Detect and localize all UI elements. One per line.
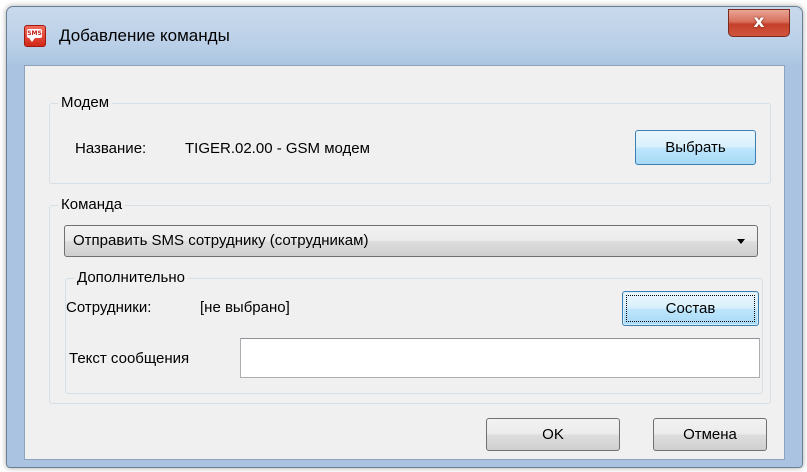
ok-button-label: OK [542,426,564,443]
modem-group-legend: Модем [58,93,113,113]
employees-label: Сотрудники: [66,299,152,316]
command-select[interactable]: Отправить SMS сотруднику (сотрудникам) [64,225,758,257]
select-modem-button-label: Выбрать [665,139,726,156]
additional-group: Дополнительно Сотрудники: [не выбрано] С… [65,268,763,394]
command-group: Команда Отправить SMS сотруднику (сотруд… [49,195,771,404]
close-icon: x [753,12,765,32]
message-label: Текст сообщения [69,350,190,367]
select-modem-button[interactable]: Выбрать [635,130,756,165]
modem-name-value: TIGER.02.00 - GSM модем [185,140,370,157]
message-input[interactable] [240,338,760,378]
compose-button[interactable]: Состав [622,291,759,326]
command-group-legend: Команда [58,195,126,215]
modem-name-label: Название: [75,140,147,157]
sms-icon-bubble: SMS [27,29,42,38]
command-select-value: Отправить SMS сотруднику (сотрудникам) [73,232,369,249]
sms-icon-tail [29,38,35,42]
additional-group-legend: Дополнительно [74,268,188,288]
ok-button[interactable]: OK [486,418,620,451]
sms-icon: SMS [24,25,46,47]
modem-group: Модем Название: TIGER.02.00 - GSM модем … [49,93,771,184]
dialog-client-area: Модем Название: TIGER.02.00 - GSM модем … [24,65,785,460]
cancel-button[interactable]: Отмена [653,418,767,451]
employees-value: [не выбрано] [200,299,290,316]
chevron-down-icon [737,239,745,244]
window-title: Добавление команды [59,26,230,45]
focus-ring [626,295,755,322]
close-button[interactable]: x [728,9,790,37]
title-bar[interactable]: SMS Добавление команды x [7,7,802,65]
dialog-window: SMS Добавление команды x Модем Название:… [6,6,803,468]
cancel-button-label: Отмена [683,426,737,443]
